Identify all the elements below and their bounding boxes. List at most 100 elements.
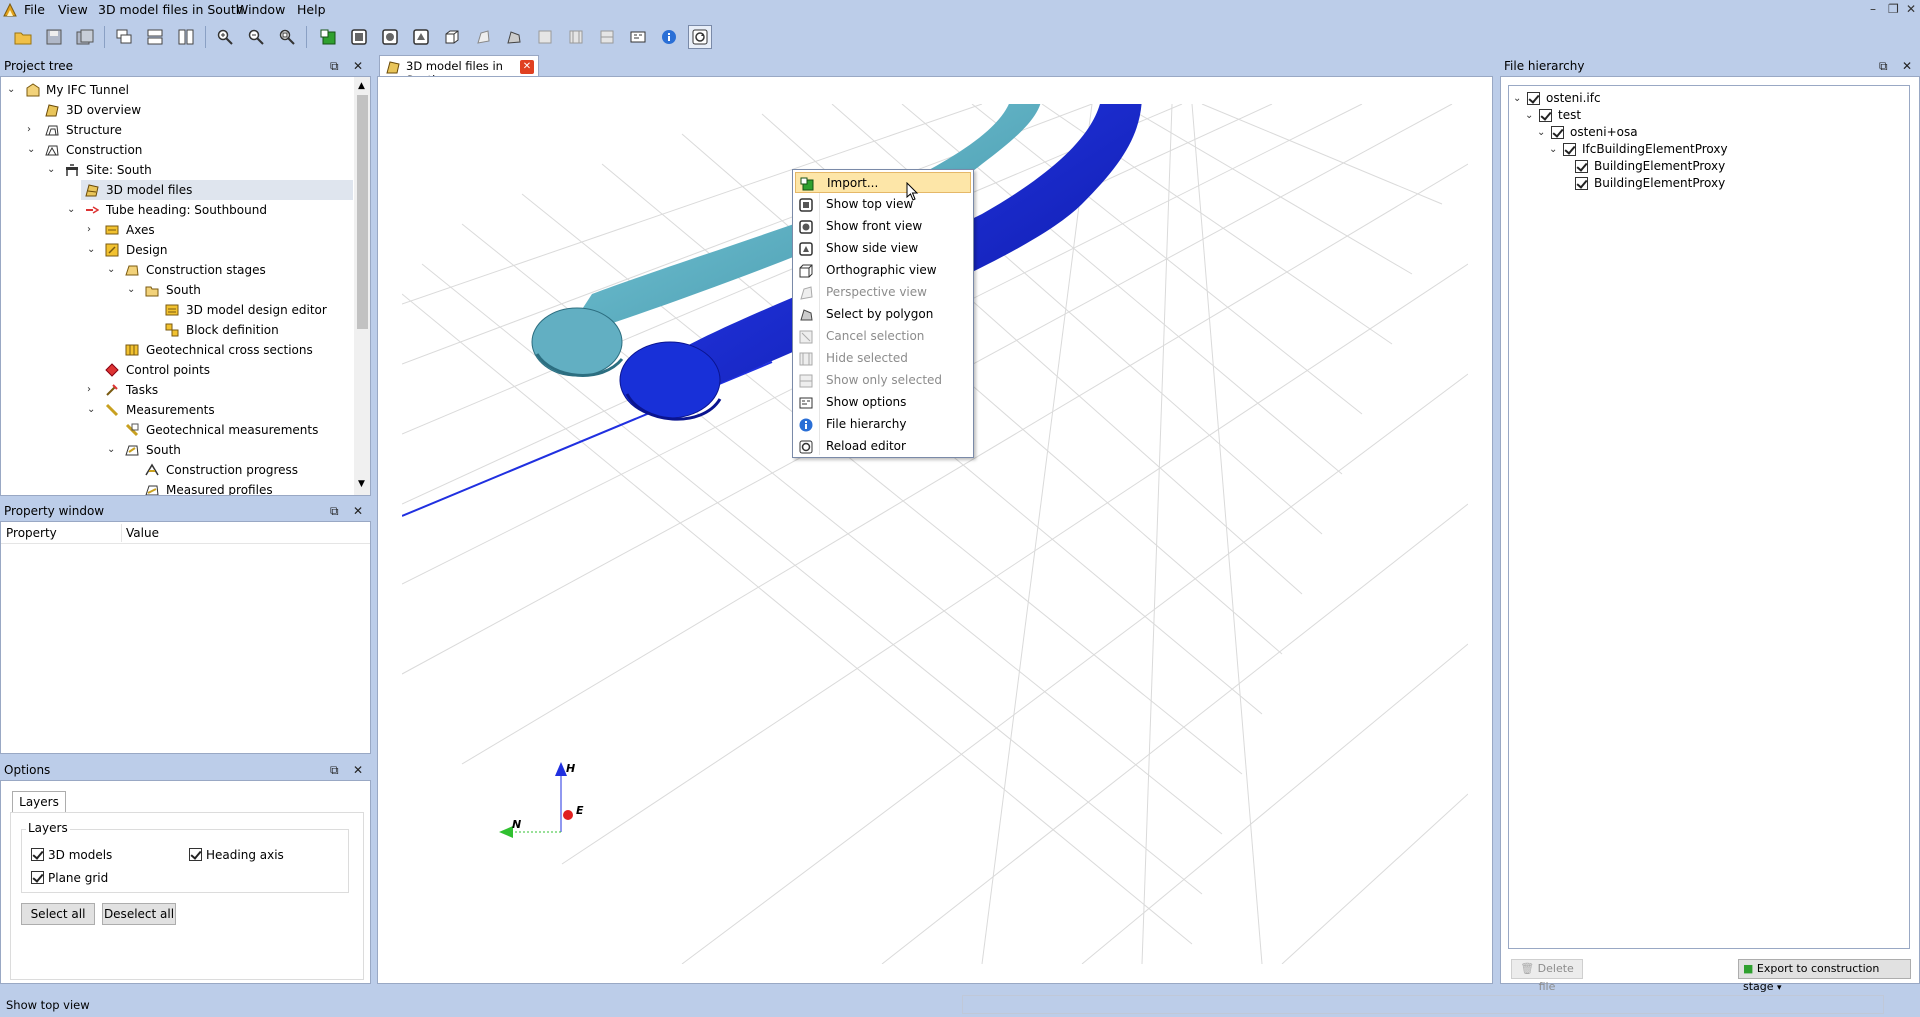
tree-item-south-stage[interactable]: ⌄ South xyxy=(1,280,353,300)
menu-3d-model-files[interactable]: 3D model files in South xyxy=(98,2,244,18)
expand-chevron-icon[interactable]: ⌄ xyxy=(7,80,15,100)
menu-item-show-front-view[interactable]: Show front view xyxy=(795,216,971,237)
hierarchy-item-osteni-osa[interactable]: ⌄ osteni+osa xyxy=(1509,124,1909,141)
tab-3d-model-files[interactable]: 3D model files in South ✕ xyxy=(379,55,539,87)
expand-chevron-icon[interactable]: ⌄ xyxy=(1537,124,1545,141)
select-all-button[interactable]: Select all xyxy=(21,903,95,925)
expand-chevron-icon[interactable]: ⌄ xyxy=(1525,107,1533,124)
tree-item-geotechnical-cross-sections[interactable]: Geotechnical cross sections xyxy=(1,340,353,360)
hierarchy-item-buildingelementproxy-1[interactable]: BuildingElementProxy xyxy=(1509,158,1909,175)
menu-view[interactable]: View xyxy=(58,2,88,18)
tab-layers[interactable]: Layers xyxy=(12,791,66,813)
close-icon[interactable]: ✕ xyxy=(1906,1,1916,17)
close-panel-icon[interactable]: ✕ xyxy=(1902,57,1912,75)
menu-item-hide-selected[interactable]: Hide selected xyxy=(795,348,971,369)
perspective-view-icon[interactable] xyxy=(471,25,495,49)
tree-item-tube-heading[interactable]: ⌄ Tube heading: Southbound xyxy=(1,200,353,220)
float-panel-icon[interactable]: ⧉ xyxy=(1879,57,1888,75)
expand-chevron-icon[interactable]: ⌄ xyxy=(87,400,95,420)
checkbox-buildingelementproxy-1[interactable] xyxy=(1575,160,1588,173)
save-all-icon[interactable] xyxy=(73,25,97,49)
collapse-chevron-icon[interactable]: › xyxy=(27,120,31,140)
float-panel-icon[interactable]: ⧉ xyxy=(330,761,339,779)
tile-vertical-icon[interactable] xyxy=(174,25,198,49)
menu-item-select-by-polygon[interactable]: Select by polygon xyxy=(795,304,971,325)
scroll-thumb[interactable] xyxy=(357,95,368,329)
zoom-out-icon[interactable] xyxy=(244,25,268,49)
tree-item-3d-overview[interactable]: 3D overview xyxy=(1,100,353,120)
menu-item-perspective-view[interactable]: Perspective view xyxy=(795,282,971,303)
tree-item-3d-model-files[interactable]: 3D model files xyxy=(81,180,353,200)
expand-chevron-icon[interactable]: ⌄ xyxy=(127,280,135,300)
hierarchy-item-test[interactable]: ⌄ test xyxy=(1509,107,1909,124)
scroll-down-icon[interactable]: ▼ xyxy=(358,479,365,489)
menu-help[interactable]: Help xyxy=(297,2,326,18)
float-panel-icon[interactable]: ⧉ xyxy=(330,502,339,520)
collapse-chevron-icon[interactable]: › xyxy=(87,220,91,240)
checkbox-ifcbuildingelementproxy[interactable] xyxy=(1563,143,1576,156)
tree-item-construction-progress[interactable]: Construction progress xyxy=(1,460,353,480)
menu-item-file-hierarchy[interactable]: File hierarchy xyxy=(795,414,971,435)
tree-item-3d-model-design-editor[interactable]: 3D model design editor xyxy=(1,300,353,320)
minimize-icon[interactable]: – xyxy=(1870,1,1876,17)
menu-item-show-options[interactable]: Show options xyxy=(795,392,971,413)
hide-selected-icon[interactable] xyxy=(564,25,588,49)
menu-item-cancel-selection[interactable]: Cancel selection xyxy=(795,326,971,347)
orthographic-view-icon[interactable] xyxy=(440,25,464,49)
side-view-icon[interactable] xyxy=(409,25,433,49)
show-options-icon[interactable] xyxy=(626,25,650,49)
tree-item-site-south[interactable]: ⌄ Site: South xyxy=(1,160,353,180)
tile-horizontal-icon[interactable] xyxy=(143,25,167,49)
zoom-fit-icon[interactable] xyxy=(275,25,299,49)
hierarchy-item-buildingelementproxy-2[interactable]: BuildingElementProxy xyxy=(1509,175,1909,192)
tree-scrollbar[interactable]: ▲ ▼ xyxy=(354,77,370,495)
scroll-up-icon[interactable]: ▲ xyxy=(358,81,365,91)
menu-file[interactable]: File xyxy=(24,2,45,18)
menu-item-show-side-view[interactable]: Show side view xyxy=(795,238,971,259)
checkbox-3d-models[interactable] xyxy=(31,848,44,861)
tree-item-measured-profiles[interactable]: Measured profiles xyxy=(1,480,353,495)
tree-item-geotechnical-measurements[interactable]: Geotechnical measurements xyxy=(1,420,353,440)
tree-item-my-ifc-tunnel[interactable]: ⌄ My IFC Tunnel xyxy=(1,80,353,100)
tree-item-measurements[interactable]: ⌄ Measurements xyxy=(1,400,353,420)
expand-chevron-icon[interactable]: ⌄ xyxy=(27,140,35,160)
expand-chevron-icon[interactable]: ⌄ xyxy=(107,440,115,460)
open-folder-icon[interactable] xyxy=(11,25,35,49)
dropdown-arrow-icon[interactable]: ▾ xyxy=(1777,983,1782,993)
expand-chevron-icon[interactable]: ⌄ xyxy=(67,200,75,220)
hierarchy-item-ifcbuildingelementproxy[interactable]: ⌄ IfcBuildingElementProxy xyxy=(1509,141,1909,158)
close-panel-icon[interactable]: ✕ xyxy=(353,761,363,779)
close-tab-icon[interactable]: ✕ xyxy=(520,60,534,74)
checkbox-heading-axis[interactable] xyxy=(189,848,202,861)
menu-window[interactable]: Window xyxy=(236,2,285,18)
expand-chevron-icon[interactable]: ⌄ xyxy=(107,260,115,280)
property-column-header[interactable]: Property xyxy=(6,526,57,540)
tree-item-south-measurements[interactable]: ⌄ South xyxy=(1,440,353,460)
menu-item-show-top-view[interactable]: Show top view xyxy=(795,194,971,215)
checkbox-osteni-osa[interactable] xyxy=(1551,126,1564,139)
expand-chevron-icon[interactable]: ⌄ xyxy=(1513,90,1521,107)
tree-item-block-definition[interactable]: Block definition xyxy=(1,320,353,340)
expand-chevron-icon[interactable]: ⌄ xyxy=(87,240,95,260)
close-panel-icon[interactable]: ✕ xyxy=(353,502,363,520)
expand-chevron-icon[interactable]: ⌄ xyxy=(47,160,55,180)
checkbox-buildingelementproxy-2[interactable] xyxy=(1575,177,1588,190)
tree-item-construction-stages[interactable]: ⌄ Construction stages xyxy=(1,260,353,280)
tree-item-tasks[interactable]: › Tasks xyxy=(1,380,353,400)
deselect-all-button[interactable]: Deselect all xyxy=(102,903,176,925)
tree-item-construction[interactable]: ⌄ Construction xyxy=(1,140,353,160)
tree-item-design[interactable]: ⌄ Design xyxy=(1,240,353,260)
value-column-header[interactable]: Value xyxy=(126,526,159,540)
collapse-chevron-icon[interactable]: › xyxy=(87,380,91,400)
reload-editor-icon[interactable] xyxy=(688,25,712,49)
top-view-icon[interactable] xyxy=(347,25,371,49)
menu-item-orthographic-view[interactable]: Orthographic view xyxy=(795,260,971,281)
hierarchy-item-osteni-ifc[interactable]: ⌄ osteni.ifc xyxy=(1509,90,1909,107)
info-icon[interactable] xyxy=(657,25,681,49)
menu-item-show-only-selected[interactable]: Show only selected xyxy=(795,370,971,391)
cancel-selection-icon[interactable] xyxy=(533,25,557,49)
tree-item-control-points[interactable]: Control points xyxy=(1,360,353,380)
tree-item-axes[interactable]: › Axes xyxy=(1,220,353,240)
cascade-windows-icon[interactable] xyxy=(112,25,136,49)
show-only-selected-icon[interactable] xyxy=(595,25,619,49)
